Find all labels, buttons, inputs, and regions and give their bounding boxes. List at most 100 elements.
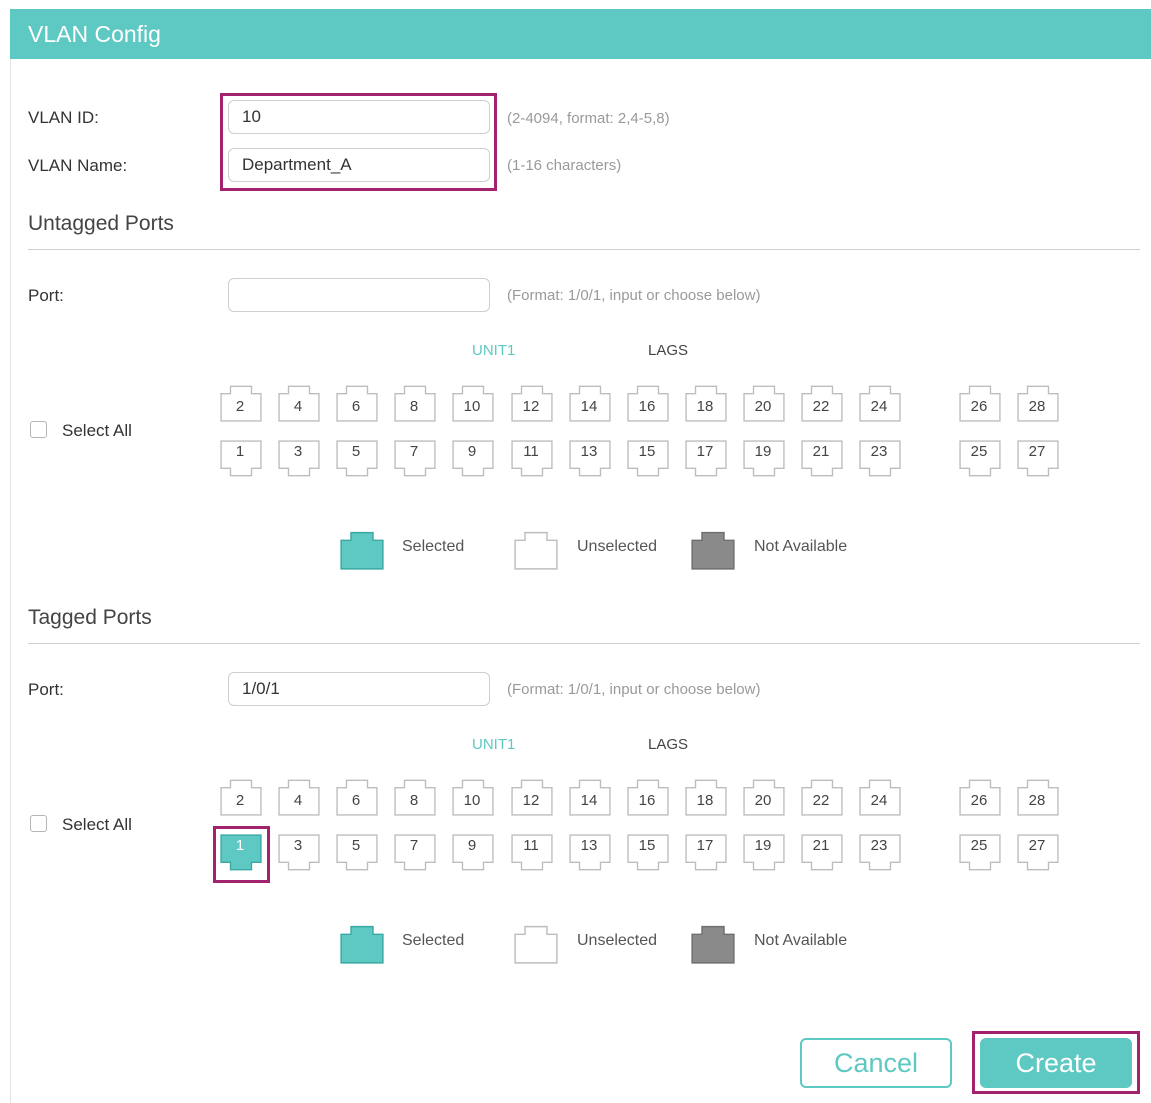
tagged-port-10[interactable]: 10 xyxy=(452,774,494,816)
tagged-port-6[interactable]: 6 xyxy=(336,774,378,816)
tagged-port-input[interactable]: 1/0/1 xyxy=(228,672,490,706)
untagged-port-26[interactable]: 26 xyxy=(959,380,1001,422)
untagged-port-4[interactable]: 4 xyxy=(278,380,320,422)
port-number-label: 5 xyxy=(351,443,361,460)
tagged-port-9[interactable]: 9 xyxy=(452,834,494,876)
tagged-port-11[interactable]: 11 xyxy=(511,834,553,876)
untagged-port-24[interactable]: 24 xyxy=(859,380,901,422)
untagged-port-label: Port: xyxy=(28,286,64,305)
port-number-label: 21 xyxy=(812,443,830,460)
tagged-port-8[interactable]: 8 xyxy=(394,774,436,816)
port-number-label: 11 xyxy=(523,837,539,854)
untagged-port-3[interactable]: 3 xyxy=(278,440,320,482)
port-number-label: 10 xyxy=(463,398,481,415)
tagged-ports-heading: Tagged Ports xyxy=(28,606,152,629)
untagged-port-8[interactable]: 8 xyxy=(394,380,436,422)
untagged-port-5[interactable]: 5 xyxy=(336,440,378,482)
port-number-label: 28 xyxy=(1028,792,1046,809)
create-button-highlight xyxy=(972,1031,1140,1094)
tagged-port-15[interactable]: 15 xyxy=(627,834,669,876)
port-number-label: 21 xyxy=(812,837,830,854)
legend-unselected-icon xyxy=(514,920,558,964)
tagged-port-28[interactable]: 28 xyxy=(1017,774,1059,816)
port-number-label: 4 xyxy=(293,792,303,809)
tagged-port-20[interactable]: 20 xyxy=(743,774,785,816)
port-number-label: 22 xyxy=(812,792,830,809)
title-bar: VLAN Config xyxy=(10,9,1151,59)
cancel-button[interactable]: Cancel xyxy=(800,1038,952,1088)
tagged-port-19[interactable]: 19 xyxy=(743,834,785,876)
tagged-port-12[interactable]: 12 xyxy=(511,774,553,816)
untagged-port-6[interactable]: 6 xyxy=(336,380,378,422)
vlan-name-label: VLAN Name: xyxy=(28,156,128,175)
tagged-port-24[interactable]: 24 xyxy=(859,774,901,816)
untagged-port-22[interactable]: 22 xyxy=(801,380,843,422)
tagged-port-18[interactable]: 18 xyxy=(685,774,727,816)
untagged-port-11[interactable]: 11 xyxy=(511,440,553,482)
tagged-unit-label: UNIT1 xyxy=(472,736,516,753)
untagged-ports-heading: Untagged Ports xyxy=(28,212,174,235)
legend-not-available-icon xyxy=(691,526,735,570)
untagged-port-hint: (Format: 1/0/1, input or choose below) xyxy=(507,287,761,304)
port-number-label: 22 xyxy=(812,398,830,415)
legend-selected-icon xyxy=(340,920,384,964)
tagged-port-23[interactable]: 23 xyxy=(859,834,901,876)
tagged-port-26[interactable]: 26 xyxy=(959,774,1001,816)
port-number-label: 26 xyxy=(970,398,988,415)
tagged-port-2[interactable]: 2 xyxy=(220,774,262,816)
tagged-port-27[interactable]: 27 xyxy=(1017,834,1059,876)
tagged-port-14[interactable]: 14 xyxy=(569,774,611,816)
untagged-port-13[interactable]: 13 xyxy=(569,440,611,482)
tagged-port-16[interactable]: 16 xyxy=(627,774,669,816)
untagged-select-all-checkbox[interactable] xyxy=(30,421,47,438)
tagged-port-3[interactable]: 3 xyxy=(278,834,320,876)
port-number-label: 1 xyxy=(235,443,245,460)
port-number-label: 27 xyxy=(1028,443,1046,460)
port-number-label: 28 xyxy=(1028,398,1046,415)
port-number-label: 16 xyxy=(638,398,656,415)
untagged-port-12[interactable]: 12 xyxy=(511,380,553,422)
untagged-port-18[interactable]: 18 xyxy=(685,380,727,422)
port-number-label: 3 xyxy=(293,443,303,460)
untagged-unit-label: UNIT1 xyxy=(472,342,516,359)
tagged-port-13[interactable]: 13 xyxy=(569,834,611,876)
untagged-port-9[interactable]: 9 xyxy=(452,440,494,482)
untagged-port-1[interactable]: 1 xyxy=(220,440,262,482)
untagged-port-23[interactable]: 23 xyxy=(859,440,901,482)
port-number-label: 13 xyxy=(580,837,598,854)
tagged-port-4[interactable]: 4 xyxy=(278,774,320,816)
tagged-port-21[interactable]: 21 xyxy=(801,834,843,876)
tagged-port-17[interactable]: 17 xyxy=(685,834,727,876)
untagged-port-15[interactable]: 15 xyxy=(627,440,669,482)
tagged-port-hint: (Format: 1/0/1, input or choose below) xyxy=(507,681,761,698)
untagged-port-7[interactable]: 7 xyxy=(394,440,436,482)
untagged-port-17[interactable]: 17 xyxy=(685,440,727,482)
untagged-port-20[interactable]: 20 xyxy=(743,380,785,422)
untagged-port-27[interactable]: 27 xyxy=(1017,440,1059,482)
port-number-label: 9 xyxy=(467,443,477,460)
vlan-fields-highlight xyxy=(220,93,497,191)
tagged-port-22[interactable]: 22 xyxy=(801,774,843,816)
untagged-select-all-label: Select All xyxy=(62,421,132,440)
tagged-port-7[interactable]: 7 xyxy=(394,834,436,876)
untagged-port-25[interactable]: 25 xyxy=(959,440,1001,482)
tagged-port-5[interactable]: 5 xyxy=(336,834,378,876)
untagged-port-input[interactable] xyxy=(228,278,490,312)
port-number-label: 8 xyxy=(409,398,419,415)
untagged-port-16[interactable]: 16 xyxy=(627,380,669,422)
port-number-label: 16 xyxy=(638,792,656,809)
untagged-port-2[interactable]: 2 xyxy=(220,380,262,422)
untagged-port-14[interactable]: 14 xyxy=(569,380,611,422)
untagged-port-21[interactable]: 21 xyxy=(801,440,843,482)
tagged-port-label: Port: xyxy=(28,680,64,699)
untagged-port-28[interactable]: 28 xyxy=(1017,380,1059,422)
untagged-divider xyxy=(28,249,1140,250)
port-number-label: 25 xyxy=(970,443,988,460)
tagged-port-25[interactable]: 25 xyxy=(959,834,1001,876)
port-number-label: 27 xyxy=(1028,837,1046,854)
untagged-port-19[interactable]: 19 xyxy=(743,440,785,482)
legend-unselected-label: Unselected xyxy=(577,538,658,555)
untagged-port-10[interactable]: 10 xyxy=(452,380,494,422)
legend-unselected-icon xyxy=(514,526,558,570)
tagged-select-all-checkbox[interactable] xyxy=(30,815,47,832)
